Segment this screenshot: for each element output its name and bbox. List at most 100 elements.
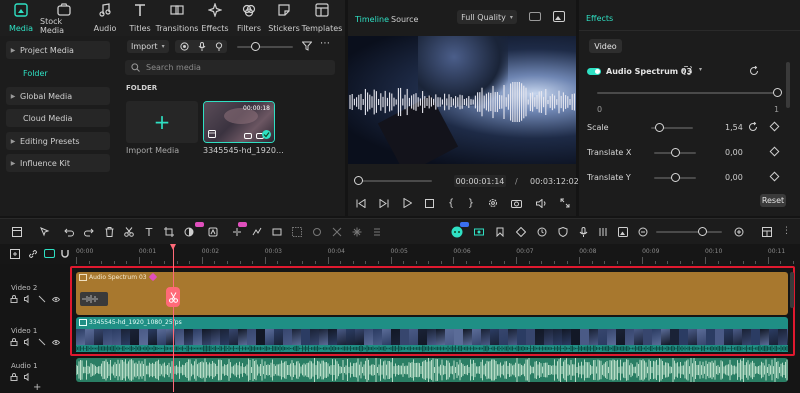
shield-icon[interactable] [556,225,570,239]
timeline-scrollbar[interactable] [790,272,794,308]
render-preview-icon[interactable] [472,225,486,239]
ai-assistant-icon[interactable] [450,225,464,239]
nav-item-folder[interactable]: Folder [6,64,110,82]
freeze-frame-icon[interactable] [350,225,364,239]
delete-icon[interactable] [102,225,116,239]
playhead-line[interactable] [173,244,174,392]
undo-icon[interactable] [62,225,76,239]
zoom-in-icon[interactable] [732,225,746,239]
select-tool-icon[interactable] [38,225,52,239]
reset-icon[interactable] [748,122,758,132]
tab-effects[interactable]: Effects [201,3,229,33]
snapshot-icon[interactable] [553,11,565,22]
lock-icon[interactable] [10,295,18,303]
quality-dropdown[interactable]: Full Quality ▾ [457,10,517,24]
mask-icon[interactable] [290,225,304,239]
panel-scrollbar[interactable] [786,62,790,108]
nav-item-global-media[interactable]: ▶ Global Media [6,87,110,105]
tab-audio[interactable]: Audio [92,3,118,33]
keyframe-diamond-icon[interactable] [769,171,780,182]
marker-icon[interactable] [493,225,507,239]
tab-titles[interactable]: Titles [128,3,152,33]
nav-item-project-media[interactable]: ▶ Project Media [6,41,110,59]
camera-icon[interactable] [511,199,523,208]
settings-icon[interactable] [488,198,498,208]
progress-knob[interactable] [354,176,363,185]
text-tool-icon[interactable]: T [142,225,156,239]
scale-knob[interactable] [654,123,664,132]
keyframe-mode-icon[interactable] [683,66,692,75]
color-icon[interactable] [182,225,196,239]
magnet-icon[interactable] [60,249,70,259]
tab-filters[interactable]: Filters [236,3,262,33]
import-dropdown[interactable]: Import ▾ [127,40,169,53]
search-input[interactable]: Search media [125,60,335,75]
link-off-icon[interactable] [38,338,46,346]
cut-icon[interactable] [122,225,136,239]
media-clip-thumbnail[interactable]: 00:00:18 [203,101,275,143]
tab-templates[interactable]: Templates [302,3,342,33]
location-icon[interactable] [215,42,223,51]
play-icon[interactable] [403,198,412,208]
tab-video[interactable]: Video [589,39,622,53]
timer-icon[interactable] [535,225,549,239]
speed-icon[interactable] [370,225,384,239]
step-forward-icon[interactable] [379,198,389,208]
video-clip-header[interactable]: 3345545-hd_1920_1080_25fps [76,317,788,329]
intensity-knob[interactable] [772,88,782,97]
motion-tracking-icon[interactable] [310,225,324,239]
current-time[interactable]: 00:00:01:14 [454,175,506,187]
tab-timeline[interactable]: Timeline [355,15,389,24]
crop-icon[interactable] [162,225,176,239]
tab-source[interactable]: Source [391,15,418,24]
eye-icon[interactable] [52,295,60,303]
filter-icon[interactable] [302,41,312,51]
volume-icon[interactable] [24,338,32,346]
lock-icon[interactable] [10,338,18,346]
translate-x-knob[interactable] [670,148,680,157]
translate-y-knob[interactable] [670,173,680,182]
snapshot-icon[interactable] [616,225,630,239]
speech-to-text-icon[interactable] [230,225,244,239]
mark-in-icon[interactable]: { [448,198,454,209]
audio-mixer-icon[interactable] [596,225,610,239]
layout-icon[interactable] [10,225,24,239]
snap-icon[interactable] [44,249,55,258]
effect-enable-toggle[interactable] [587,68,601,75]
tab-stickers[interactable]: Stickers [268,3,300,33]
microphone-icon[interactable] [198,42,206,51]
split-audio-icon[interactable] [330,225,344,239]
tab-media[interactable]: Media [8,3,34,33]
record-icon[interactable] [179,42,189,51]
keyframe-icon[interactable] [514,225,528,239]
tab-stock-media[interactable]: Stock Media [40,3,88,35]
microphone-icon[interactable] [576,225,590,239]
tab-transitions[interactable]: Transitions [156,3,198,33]
audio-clip[interactable] [76,358,788,382]
volume-icon[interactable] [24,373,32,381]
fullscreen-icon[interactable] [560,198,570,208]
nav-item-influence-kit[interactable]: ▶ Influence Kit [6,154,110,172]
video-clip-thumbnails[interactable] [76,329,788,345]
effect-clip-audio-spectrum[interactable]: Audio Spectrum 03 [76,272,788,315]
nav-item-editing-presets[interactable]: ▶ Editing Presets [6,132,110,150]
timeline-ruler[interactable]: 00:00 00:01 00:02 00:03 00:04 00:05 00:06 00:07… [0,244,800,264]
stop-icon[interactable] [425,198,435,208]
keyframe-diamond-icon[interactable] [769,146,780,157]
split-scissors-icon[interactable] [166,287,180,307]
slider-knob[interactable] [251,42,260,51]
video-clip-audio[interactable] [76,345,788,352]
lock-icon[interactable] [10,373,18,381]
link-icon[interactable] [28,249,38,259]
safe-zone-icon[interactable] [529,12,541,21]
zoom-knob[interactable] [697,227,707,236]
mark-out-icon[interactable]: } [468,198,474,209]
volume-icon[interactable] [24,295,32,303]
thumbnail-size-slider[interactable] [237,40,297,53]
redo-icon[interactable] [82,225,96,239]
import-media-tile[interactable]: + [126,101,198,143]
more-options-icon[interactable]: ⋮ [782,226,791,236]
add-track-icon[interactable] [10,249,20,259]
zoom-out-icon[interactable] [636,225,650,239]
nav-item-cloud-media[interactable]: Cloud Media [6,109,110,127]
